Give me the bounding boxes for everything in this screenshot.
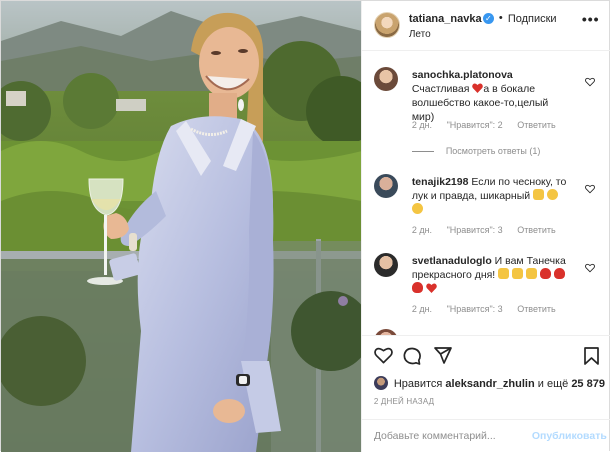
author-avatar[interactable] [373, 12, 400, 38]
comment-body: sanochka.platonova Счастливая а в бокале… [412, 68, 572, 124]
likes-middle: и ещё [537, 378, 569, 390]
reply-button[interactable]: Ответить [517, 120, 555, 130]
comment-meta: 2 дн. "Нравится": 3 Ответить [412, 304, 568, 314]
add-comment-bar: Добавьте комментарий... Опубликовать [361, 419, 610, 452]
comment-bubble-icon[interactable] [403, 347, 421, 365]
thumbs-up-emoji-icon [498, 268, 510, 279]
instagram-post: tatiana_navka ✓ • Подписки Лето ••• sano… [0, 0, 610, 452]
publish-button[interactable]: Опубликовать [532, 430, 607, 442]
commenter-avatar[interactable] [373, 67, 398, 91]
more-options-icon[interactable]: ••• [582, 11, 600, 27]
comment-body: svetlanaduloglo И вам Танечка прекрасног… [411, 254, 572, 296]
view-replies-label: Посмотреть ответы (1) [445, 146, 541, 156]
reply-button[interactable]: Ответить [517, 304, 555, 314]
comment-time: 2 дн. [411, 304, 433, 314]
thumbs-up-emoji-icon [526, 268, 537, 279]
likes-prefix: Нравится [393, 378, 443, 390]
post-header: tatiana_navka ✓ • Подписки Лето ••• [361, 1, 610, 51]
post-photo[interactable] [1, 1, 361, 452]
comment-time: 2 дн. [411, 225, 433, 235]
rose-emoji-icon [411, 282, 423, 293]
comments-list[interactable]: sanochka.platonova Счастливая а в бокале… [362, 52, 610, 335]
reply-button[interactable]: Ответить [517, 225, 555, 235]
rose-emoji-icon [553, 268, 565, 279]
view-replies-button[interactable]: Посмотреть ответы (1) [411, 146, 541, 156]
likes-summary[interactable]: Нравится aleksandr_zhulin и ещё 25 879 [373, 376, 605, 390]
like-comment-heart-icon[interactable] [584, 263, 595, 273]
author-username[interactable]: tatiana_navka [409, 13, 482, 25]
comment-body: tenajik2198 Если по чесноку, то лук и пр… [411, 175, 572, 217]
like-heart-icon[interactable] [373, 347, 393, 364]
share-send-icon[interactable] [433, 347, 452, 364]
header-separator: • [498, 12, 503, 24]
commenter-username[interactable]: sanochka.platonova [412, 69, 513, 81]
like-comment-heart-icon[interactable] [584, 77, 595, 87]
comment-time: 2 дн. [411, 120, 433, 130]
commenter-username[interactable]: tenajik2198 [412, 176, 469, 188]
post-actions: Нравится aleksandr_zhulin и ещё 25 879 2… [361, 335, 610, 425]
comment-likes-count[interactable]: "Нравится": 3 [447, 304, 503, 314]
commenter-avatar[interactable] [373, 174, 398, 198]
post-location[interactable]: Лето [409, 29, 431, 40]
comment-meta: 2 дн. "Нравится": 3 Ответить [412, 225, 568, 235]
photo-illustration [1, 1, 361, 452]
smile-emoji-icon [546, 189, 558, 200]
replies-divider [411, 151, 434, 153]
red-heart-emoji-icon [425, 283, 437, 293]
liker-avatar[interactable] [373, 376, 388, 390]
comment-input[interactable]: Добавьте комментарий... [374, 430, 524, 442]
post-sidebar: tatiana_navka ✓ • Подписки Лето ••• sano… [360, 1, 610, 452]
following-button[interactable]: Подписки [508, 13, 557, 25]
post-timestamp[interactable]: 2 ДНЕЙ НАЗАД [374, 397, 434, 406]
verified-badge-icon: ✓ [482, 13, 494, 24]
comment-text: Счастливая [411, 83, 470, 95]
liker-username[interactable]: aleksandr_zhulin [445, 378, 534, 390]
likes-count[interactable]: 25 879 [571, 378, 605, 390]
thumbs-up-emoji-icon [533, 189, 545, 200]
red-heart-emoji-icon [472, 83, 484, 93]
comment-likes-count[interactable]: "Нравится": 2 [447, 120, 503, 130]
like-comment-heart-icon[interactable] [584, 184, 595, 194]
thumbs-up-emoji-icon [512, 268, 524, 279]
save-bookmark-icon[interactable] [583, 347, 599, 365]
smile-emoji-icon [411, 203, 423, 214]
commenter-avatar[interactable] [373, 253, 398, 277]
commenter-username[interactable]: svetlanaduloglo [412, 255, 492, 267]
rose-emoji-icon [539, 268, 551, 279]
comment-likes-count[interactable]: "Нравится": 3 [447, 225, 503, 235]
comment-meta: 2 дн. "Нравится": 2 Ответить [412, 120, 568, 130]
